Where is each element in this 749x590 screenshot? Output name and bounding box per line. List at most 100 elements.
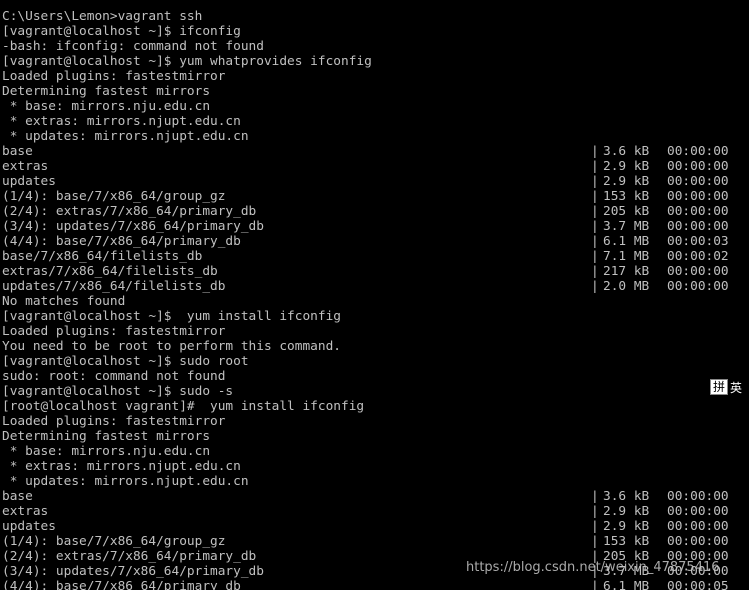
column-separator: | [591,189,599,204]
download-size: 2.9 kB [603,174,650,189]
download-time: 00:00:00 [667,219,729,234]
terminal-line-text: Determining fastest mirrors [2,429,211,444]
terminal-line: Loaded plugins: fastestmirror [2,324,747,339]
download-size: 2.9 kB [603,159,650,174]
terminal-line: No matches found [2,294,747,309]
terminal-line-text: [vagrant@localhost ~]$ yum install ifcon… [2,309,341,324]
terminal-line: Loaded plugins: fastestmirror [2,414,747,429]
terminal-line-text: * base: mirrors.nju.edu.cn [2,444,211,459]
terminal-line-text: (1/4): base/7/x86_64/group_gz [2,189,226,204]
download-time: 00:00:05 [667,579,729,590]
column-separator: | [591,279,599,294]
download-size: 3.7 MB [603,219,650,234]
column-separator: | [591,504,599,519]
terminal-line: * base: mirrors.nju.edu.cn [2,444,747,459]
download-size: 7.1 MB [603,249,650,264]
download-time: 00:00:00 [667,279,729,294]
terminal-line-text: extras/7/x86_64/filelists_db [2,264,218,279]
terminal-line-text: sudo: root: command not found [2,369,226,384]
terminal-line: -bash: ifconfig: command not found [2,39,747,54]
column-separator: | [591,534,599,549]
terminal-line: * extras: mirrors.njupt.edu.cn [2,114,747,129]
download-time: 00:00:00 [667,504,729,519]
column-separator: | [591,219,599,234]
terminal-line-text: [vagrant@localhost ~]$ sudo -s [2,384,234,399]
terminal-line: [root@localhost vagrant]# yum install if… [2,399,747,414]
terminal-line-text: Loaded plugins: fastestmirror [2,324,226,339]
download-size: 3.6 kB [603,144,650,159]
terminal-line-text: extras [2,159,49,174]
download-time: 00:00:00 [667,159,729,174]
download-time: 00:00:00 [667,519,729,534]
terminal-line-text: (2/4): extras/7/x86_64/primary_db [2,549,257,564]
terminal-line: [vagrant@localhost ~]$ ifconfig [2,24,747,39]
terminal-line-text: * updates: mirrors.njupt.edu.cn [2,129,249,144]
terminal-line-text: No matches found [2,294,126,309]
terminal-line: extras | 2.9 kB 00:00:00 [2,504,747,519]
terminal-line: extras | 2.9 kB 00:00:00 [2,159,747,174]
ime-indicator[interactable]: 拼 英 [710,378,742,396]
terminal-line: Determining fastest mirrors [2,429,747,444]
terminal-line: (1/4): base/7/x86_64/group_gz | 153 kB 00:0… [2,534,747,549]
download-time: 00:00:00 [667,534,729,549]
terminal-line-text: (3/4): updates/7/x86_64/primary_db [2,219,264,234]
ime-pinyin-icon[interactable]: 拼 [710,379,729,395]
terminal-line-text: (3/4): updates/7/x86_64/primary_db [2,564,264,579]
terminal-output[interactable]: C:\Users\Lemon>vagrant ssh [vagrant@local… [2,9,747,590]
terminal-line-text: base [2,144,33,159]
download-size: 2.9 kB [603,504,650,519]
terminal-line: (3/4): updates/7/x86_64/primary_db | 3.7 M… [2,219,747,234]
terminal-line: (1/4): base/7/x86_64/group_gz | 153 kB 00:0… [2,189,747,204]
terminal-line: (2/4): extras/7/x86_64/primary_db | 205 kB… [2,204,747,219]
column-separator: | [591,174,599,189]
terminal-line-text: (1/4): base/7/x86_64/group_gz [2,534,226,549]
download-size: 2.0 MB [603,279,650,294]
terminal-line-text: Loaded plugins: fastestmirror [2,69,226,84]
terminal-line-text: base/7/x86_64/filelists_db [2,249,203,264]
terminal-line: (4/4): base/7/x86_64/primary_db | 6.1 MB 00… [2,234,747,249]
terminal-line-text: * base: mirrors.nju.edu.cn [2,99,211,114]
terminal-line-text: updates [2,519,56,534]
download-size: 2.9 kB [603,519,650,534]
terminal-line-text: -bash: ifconfig: command not found [2,39,264,54]
terminal-line-text: * updates: mirrors.njupt.edu.cn [2,474,249,489]
download-time: 00:00:00 [667,204,729,219]
download-time: 00:00:00 [667,489,729,504]
terminal-line: sudo: root: command not found [2,369,747,384]
download-time: 00:00:00 [667,264,729,279]
terminal-line: updates | 2.9 kB 00:00:00 [2,174,747,189]
terminal-line-text: Determining fastest mirrors [2,84,211,99]
column-separator: | [591,159,599,174]
download-size: 6.1 MB [603,579,650,590]
column-separator: | [591,489,599,504]
terminal-line-text: * extras: mirrors.njupt.edu.cn [2,459,241,474]
terminal-line-text: (4/4): base/7/x86_64/primary_db [2,579,241,590]
terminal-line: * extras: mirrors.njupt.edu.cn [2,459,747,474]
download-time: 00:00:00 [667,174,729,189]
terminal-line-text: You need to be root to perform this comm… [2,339,341,354]
column-separator: | [591,249,599,264]
terminal-line: [vagrant@localhost ~]$ sudo root [2,354,747,369]
terminal-line-text: [root@localhost vagrant]# yum install if… [2,399,365,414]
terminal-line-text: Loaded plugins: fastestmirror [2,414,226,429]
download-time: 00:00:03 [667,234,729,249]
terminal-line: * updates: mirrors.njupt.edu.cn [2,129,747,144]
terminal-line-text: [vagrant@localhost ~]$ ifconfig [2,24,241,39]
watermark: https://blog.csdn.net/weixin_47875416 [466,560,720,575]
terminal-line: base | 3.6 kB 00:00:00 [2,489,747,504]
terminal-line: extras/7/x86_64/filelists_db | 217 kB 00:00… [2,264,747,279]
column-separator: | [591,264,599,279]
terminal-line: You need to be root to perform this comm… [2,339,747,354]
terminal-line-text: [vagrant@localhost ~]$ sudo root [2,354,249,369]
download-time: 00:00:00 [667,189,729,204]
column-separator: | [591,519,599,534]
terminal-line: [vagrant@localhost ~]$ yum whatprovides … [2,54,747,69]
terminal-line-text: base [2,489,33,504]
download-time: 00:00:02 [667,249,729,264]
terminal-line-text: updates/7/x86_64/filelists_db [2,279,226,294]
terminal-line: Loaded plugins: fastestmirror [2,69,747,84]
download-size: 3.6 kB [603,489,650,504]
ime-mode-label: 英 [730,380,743,395]
terminal-line: base/7/x86_64/filelists_db | 7.1 MB 00:00:0… [2,249,747,264]
terminal-line-text: [vagrant@localhost ~]$ yum whatprovides … [2,54,372,69]
